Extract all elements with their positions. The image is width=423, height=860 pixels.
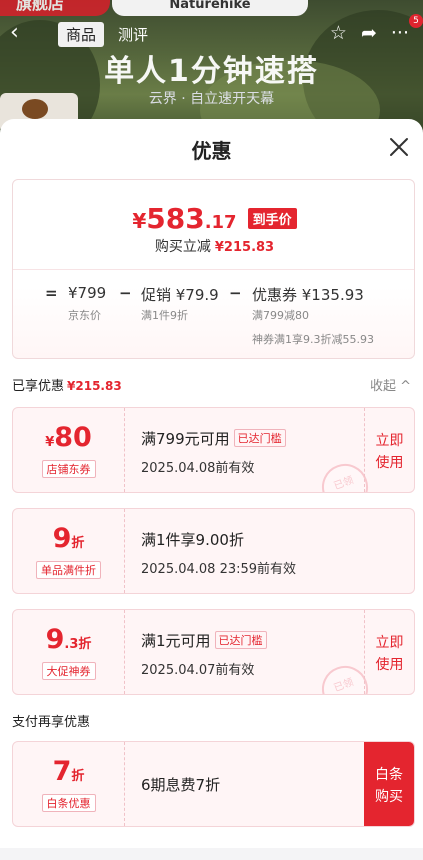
share-icon[interactable]: ➦ [361,22,377,44]
coupon-expiry: 2025.04.08 23:59前有效 [141,562,297,577]
coupon-amount: 9 [52,523,72,554]
coupon-amount: 7 [52,756,72,787]
bag-image [22,99,48,119]
coupon-amount: 80 [54,422,92,453]
price-decimal: .17 [204,212,237,233]
coupon-currency: ¥ [45,435,55,450]
baitiao-buy-label: 白条购买 [375,767,403,805]
coupon-card: ¥80 店铺东券 满799元可用 已达门槛 2025.04.08前有效 已领 立即… [12,407,415,493]
coupon-unit: 折 [71,769,85,784]
divider [13,269,414,270]
more-icon[interactable]: ··· [391,22,409,44]
baitiao-buy-button[interactable]: 白条购买 [364,742,414,826]
reduction-label: 购买立减 [154,239,211,255]
minus-sign: − [119,284,132,302]
coupon-unit: .3折 [64,637,92,652]
coupon-condition: 6期息费7折 [141,776,221,794]
coupon-value: ¥80 [13,424,124,457]
store-ribbon: 旗舰店 [0,0,110,16]
back-icon[interactable]: ‹ [10,22,32,44]
promo-price: 促销 ¥79.9 [141,286,219,304]
enjoyed-label: 已享优惠 [12,379,65,394]
minus-sign: − [229,284,242,302]
threshold-reached-badge: 已达门槛 [214,631,267,649]
use-now-label: 立即使用 [375,635,404,673]
tab-product[interactable]: 商品 [58,22,105,47]
coupon-value: 9.3折 [13,626,124,659]
promo-sub: 满1件9折 [141,309,188,322]
coupon-value-block: 9.3折 大促神券 [13,610,125,694]
baitiao-coupon-card: 7折 白条优惠 6期息费7折 白条购买 [12,741,415,827]
price-summary-card: ¥583.17 到手价 购买立减 ¥215.83 = ¥799 京东价 − 促销 … [12,179,415,359]
coupon-sub-detail: 神券满1享9.3折减55.93 [252,333,374,346]
coupon-value-block: 9折 单品满件折 [13,509,125,593]
jd-price-label: 京东价 [68,309,101,322]
threshold-reached-badge: 已达门槛 [233,429,286,447]
coupon-price: 优惠券 ¥135.93 [252,286,364,304]
notification-badge: 5 [409,14,423,28]
coupon-value: 9折 [13,525,124,558]
equals-sign: = [45,284,58,302]
coupon-condition: 满1元可用 [141,632,211,650]
coupon-type-tag: 大促神券 [41,662,96,680]
coupon-details: 满1件享9.00折 2025.04.08 23:59前有效 [141,529,296,577]
price-reduction: 购买立减 ¥215.83 [13,236,414,256]
sheet-title: 优惠 [191,139,232,163]
use-now-button[interactable]: 立即使用 [364,610,414,694]
discount-sheet: 优惠 ¥583.17 到手价 购买立减 ¥215.83 = ¥799 京东价 − … [0,119,423,860]
enjoyed-amount: ¥215.83 [67,379,122,393]
use-now-button[interactable]: 立即使用 [364,408,414,492]
coupon-type-tag: 店铺东券 [41,460,96,478]
coupon-amount: 9 [45,624,65,655]
coupon-details: 满1元可用 已达门槛 2025.04.07前有效 [141,630,267,678]
product-hero-background: 旗舰店 Naturehike ‹ 商品 测评 ☆ ➦ ··· 5 单人1分钟速搭… [0,0,423,135]
price-integer: 583 [146,202,205,235]
collapse-button[interactable]: 收起 ^ [370,375,411,394]
coupon-type-tag: 白条优惠 [41,794,96,812]
coupon-sub: 满799减80 [252,309,309,322]
reduction-amount: ¥215.83 [214,240,275,255]
coupon-expiry: 2025.04.07前有效 [141,663,255,678]
price-breakdown: = ¥799 京东价 − 促销 ¥79.9 满1件9折 − 优惠券 ¥135.9… [13,284,414,354]
product-nav-tabs: 商品 测评 [58,22,156,47]
final-price-tag: 到手价 [247,208,297,229]
coupon-value: 7折 [13,758,124,791]
tab-review[interactable]: 测评 [110,22,156,47]
coupon-type-tag: 单品满件折 [36,561,101,579]
coupon-details: 满799元可用 已达门槛 2025.04.08前有效 [141,428,286,476]
pay-discount-header: 支付再享优惠 [12,715,91,730]
use-now-label: 立即使用 [375,433,404,471]
price-symbol: ¥ [132,209,147,233]
coupon-value-block: ¥80 店铺东券 [13,408,125,492]
coupon-value-block: 7折 白条优惠 [13,742,125,826]
coupon-card: 9折 单品满件折 满1件享9.00折 2025.04.08 23:59前有效 [12,508,415,594]
final-price: ¥583.17 到手价 [13,202,414,235]
enjoyed-discount-header: 已享优惠 ¥215.83 [12,375,122,394]
close-icon[interactable] [385,133,413,161]
bottom-bar [0,848,423,860]
coupon-unit: 折 [71,536,85,551]
brand-label: Naturehike [112,0,308,16]
coupon-condition: 满799元可用 [141,430,230,448]
nav-actions: ☆ ➦ ··· [330,22,409,44]
coupon-expiry: 2025.04.08前有效 [141,461,255,476]
jd-price: ¥799 [68,284,107,302]
coupon-card: 9.3折 大促神券 满1元可用 已达门槛 2025.04.07前有效 已领 立即使… [12,609,415,695]
coupon-details: 6期息费7折 [141,774,220,795]
star-icon[interactable]: ☆ [330,22,347,44]
coupon-condition: 满1件享9.00折 [141,531,244,549]
hero-title: 单人1分钟速搭 [104,54,319,89]
